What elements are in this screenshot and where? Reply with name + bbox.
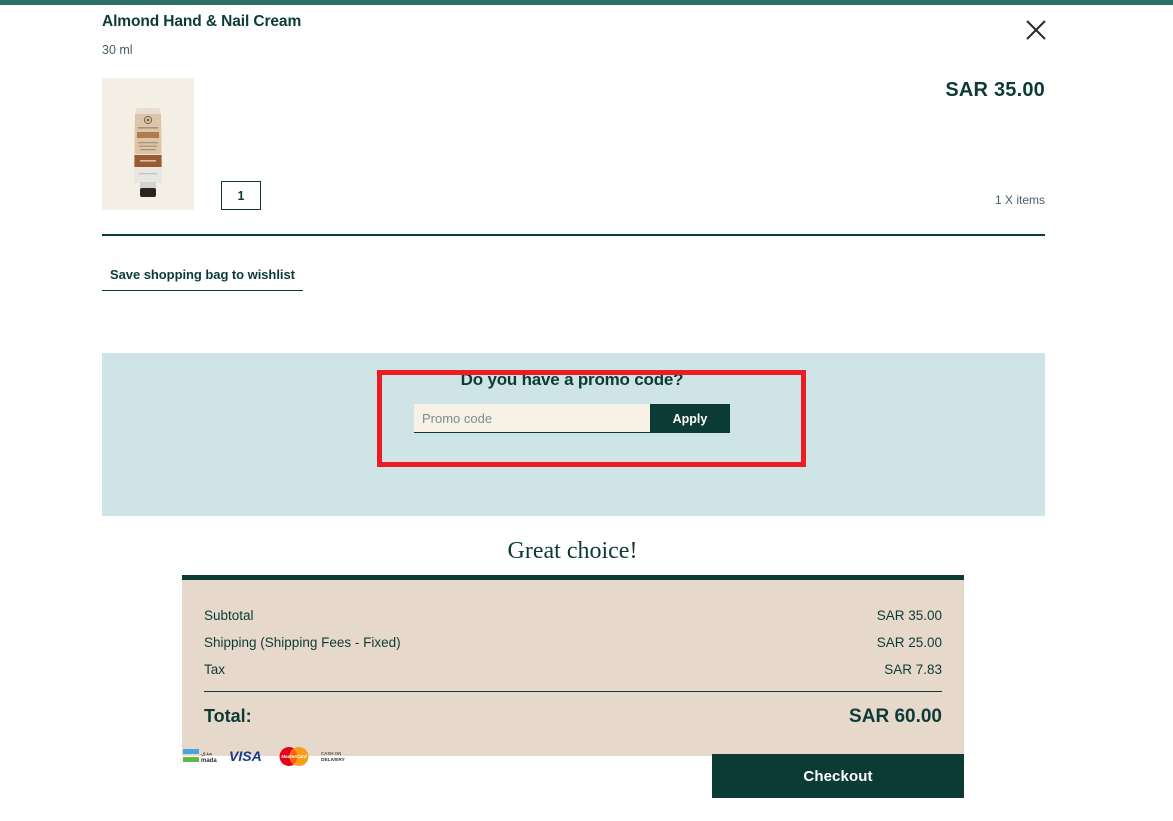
promo-code-inner: Do you have a promo code? Apply	[385, 370, 759, 433]
product-title: Almond Hand & Nail Cream	[102, 13, 302, 30]
summary-row-subtotal: Subtotal SAR 35.00	[204, 602, 942, 629]
close-icon[interactable]	[1021, 15, 1051, 45]
mada-icon: مدى mada	[183, 749, 217, 764]
product-divider	[102, 234, 1045, 236]
summary-value: SAR 25.00	[876, 635, 942, 650]
promo-code-form: Apply	[414, 404, 730, 433]
close-glyph	[1026, 20, 1046, 40]
shopping-bag-panel: Almond Hand & Nail Cream 30 ml 1 SAR 35.…	[0, 5, 1173, 821]
product-thumbnail[interactable]	[102, 78, 194, 210]
promo-code-input[interactable]	[414, 404, 650, 433]
svg-text:مدى: مدى	[201, 751, 212, 757]
mastercard-icon: MasterCard	[279, 746, 309, 766]
payment-methods: مدى mada VISA MasterCard CASH ON DELIVER…	[183, 745, 353, 767]
svg-text:CASH ON: CASH ON	[321, 751, 341, 756]
product-size: 30 ml	[102, 43, 133, 57]
save-to-wishlist-link[interactable]: Save shopping bag to wishlist	[102, 267, 303, 291]
product-tube-image	[102, 78, 194, 210]
summary-row-total: Total: SAR 60.00	[204, 691, 942, 734]
summary-label: Shipping (Shipping Fees - Fixed)	[204, 635, 401, 650]
svg-text:VISA: VISA	[229, 748, 262, 764]
cash-on-delivery-icon: CASH ON DELIVERY	[321, 751, 346, 763]
summary-heading: Great choice!	[507, 538, 638, 564]
product-items-count: 1 X items	[994, 193, 1045, 207]
promo-code-panel: Do you have a promo code? Apply	[102, 353, 1045, 516]
summary-value: SAR 7.83	[884, 662, 942, 677]
apply-promo-button[interactable]: Apply	[650, 404, 730, 433]
summary-total-label: Total:	[204, 706, 252, 726]
order-summary: Subtotal SAR 35.00 Shipping (Shipping Fe…	[182, 575, 964, 756]
checkout-button[interactable]: Checkout	[712, 754, 964, 798]
promo-code-heading: Do you have a promo code?	[460, 370, 684, 389]
summary-label: Subtotal	[204, 608, 254, 623]
summary-row-tax: Tax SAR 7.83	[204, 656, 942, 683]
summary-value: SAR 35.00	[876, 608, 942, 623]
svg-text:mada: mada	[201, 758, 217, 764]
svg-text:MasterCard: MasterCard	[281, 754, 306, 759]
svg-text:DELIVERY: DELIVERY	[321, 757, 346, 763]
product-price: SAR 35.00	[945, 79, 1045, 101]
summary-label: Tax	[204, 662, 226, 677]
visa-icon: VISA	[229, 748, 262, 764]
summary-total-value: SAR 60.00	[849, 706, 942, 727]
summary-row-shipping: Shipping (Shipping Fees - Fixed) SAR 25.…	[204, 629, 942, 656]
quantity-input[interactable]	[221, 181, 261, 210]
